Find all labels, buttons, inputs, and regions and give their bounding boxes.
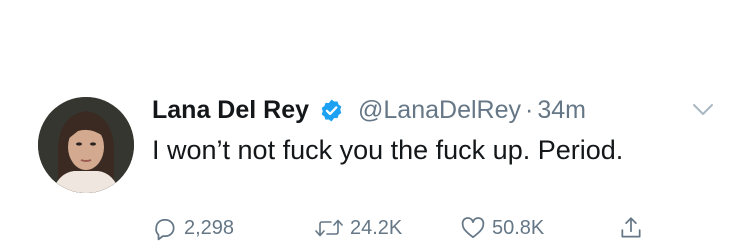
retweet-icon (315, 219, 343, 237)
tweet-actions: 2,298 24.2K 50.8K (152, 213, 644, 243)
share-button[interactable] (618, 215, 644, 241)
share-icon (621, 217, 641, 238)
tweet-card: Lana Del Rey @LanaDelRey · 34m I won’t n… (0, 0, 749, 249)
avatar[interactable] (38, 97, 134, 193)
retweet-count: 24.2K (350, 216, 403, 239)
heart-icon (461, 217, 485, 239)
avatar-image (38, 97, 134, 193)
author-handle[interactable]: @LanaDelRey (358, 96, 521, 125)
tweet-text: I won’t not fuck you the fuck up. Period… (152, 135, 624, 165)
author-name[interactable]: Lana Del Rey (152, 96, 309, 125)
like-count: 50.8K (492, 216, 545, 239)
reply-count: 2,298 (184, 216, 235, 239)
like-button[interactable]: 50.8K (460, 215, 618, 241)
reply-button[interactable]: 2,298 (152, 215, 314, 241)
timestamp[interactable]: 34m (537, 96, 586, 125)
chevron-down-icon[interactable] (690, 100, 716, 120)
tweet-header: Lana Del Rey @LanaDelRey · 34m (152, 93, 586, 127)
reply-icon (155, 219, 175, 241)
retweet-button[interactable]: 24.2K (314, 215, 460, 241)
separator-dot: · (524, 95, 534, 124)
verified-badge-icon (321, 99, 342, 121)
